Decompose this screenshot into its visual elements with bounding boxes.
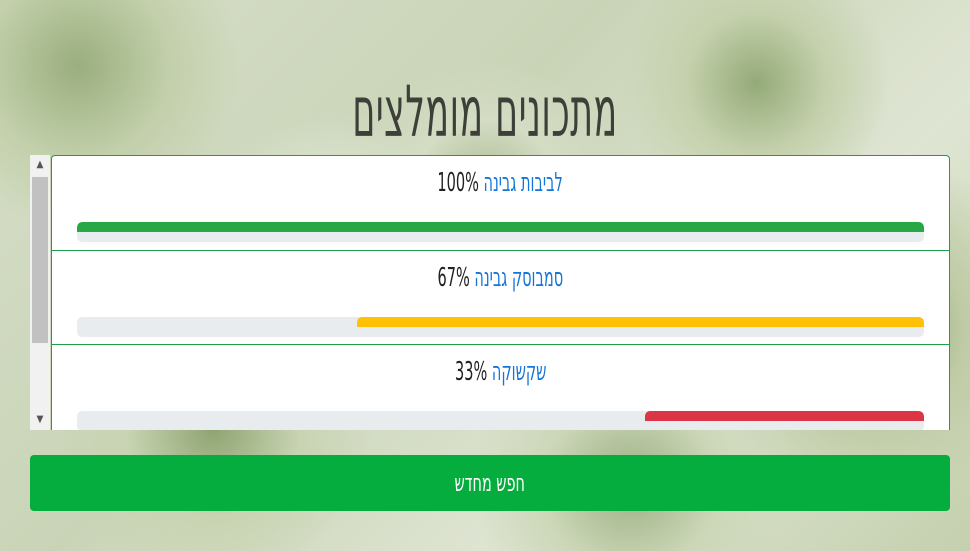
- recipe-list: לביבות גבינה 100% סמבוסק גבינה 67% שקשוק…: [51, 155, 950, 430]
- match-percent: 67%: [437, 263, 470, 293]
- match-progress-bar: [77, 222, 924, 242]
- match-percent: 33%: [454, 357, 488, 387]
- match-progress-bar: [77, 411, 924, 430]
- search-again-button[interactable]: חפש מחדש: [30, 455, 950, 511]
- match-progress-fill: [356, 317, 924, 327]
- match-progress-fill: [77, 222, 924, 232]
- recipe-link[interactable]: לביבות גבינה: [484, 168, 563, 198]
- scroll-down-icon[interactable]: ▼: [30, 410, 50, 430]
- scroll-up-icon[interactable]: ▲: [30, 155, 50, 175]
- recipe-list-container[interactable]: ▲ ▼ לביבות גבינה 100% סמבוסק גבינה 67% ש…: [30, 155, 950, 430]
- recipe-link[interactable]: שקשוקה: [492, 357, 547, 387]
- list-item[interactable]: שקשוקה 33%: [51, 344, 950, 430]
- list-item[interactable]: סמבוסק גבינה 67%: [51, 250, 950, 345]
- search-again-label: חפש מחדש: [454, 469, 526, 497]
- scrollbar[interactable]: ▲ ▼: [30, 155, 50, 430]
- list-item[interactable]: לביבות גבינה 100%: [51, 155, 950, 251]
- match-percent: 100%: [437, 168, 480, 198]
- match-progress-fill: [644, 411, 924, 421]
- scroll-thumb[interactable]: [32, 177, 48, 343]
- page-title: מתכונים מומלצים: [352, 70, 618, 153]
- recipe-link[interactable]: סמבוסק גבינה: [475, 263, 564, 293]
- match-progress-bar: [77, 317, 924, 337]
